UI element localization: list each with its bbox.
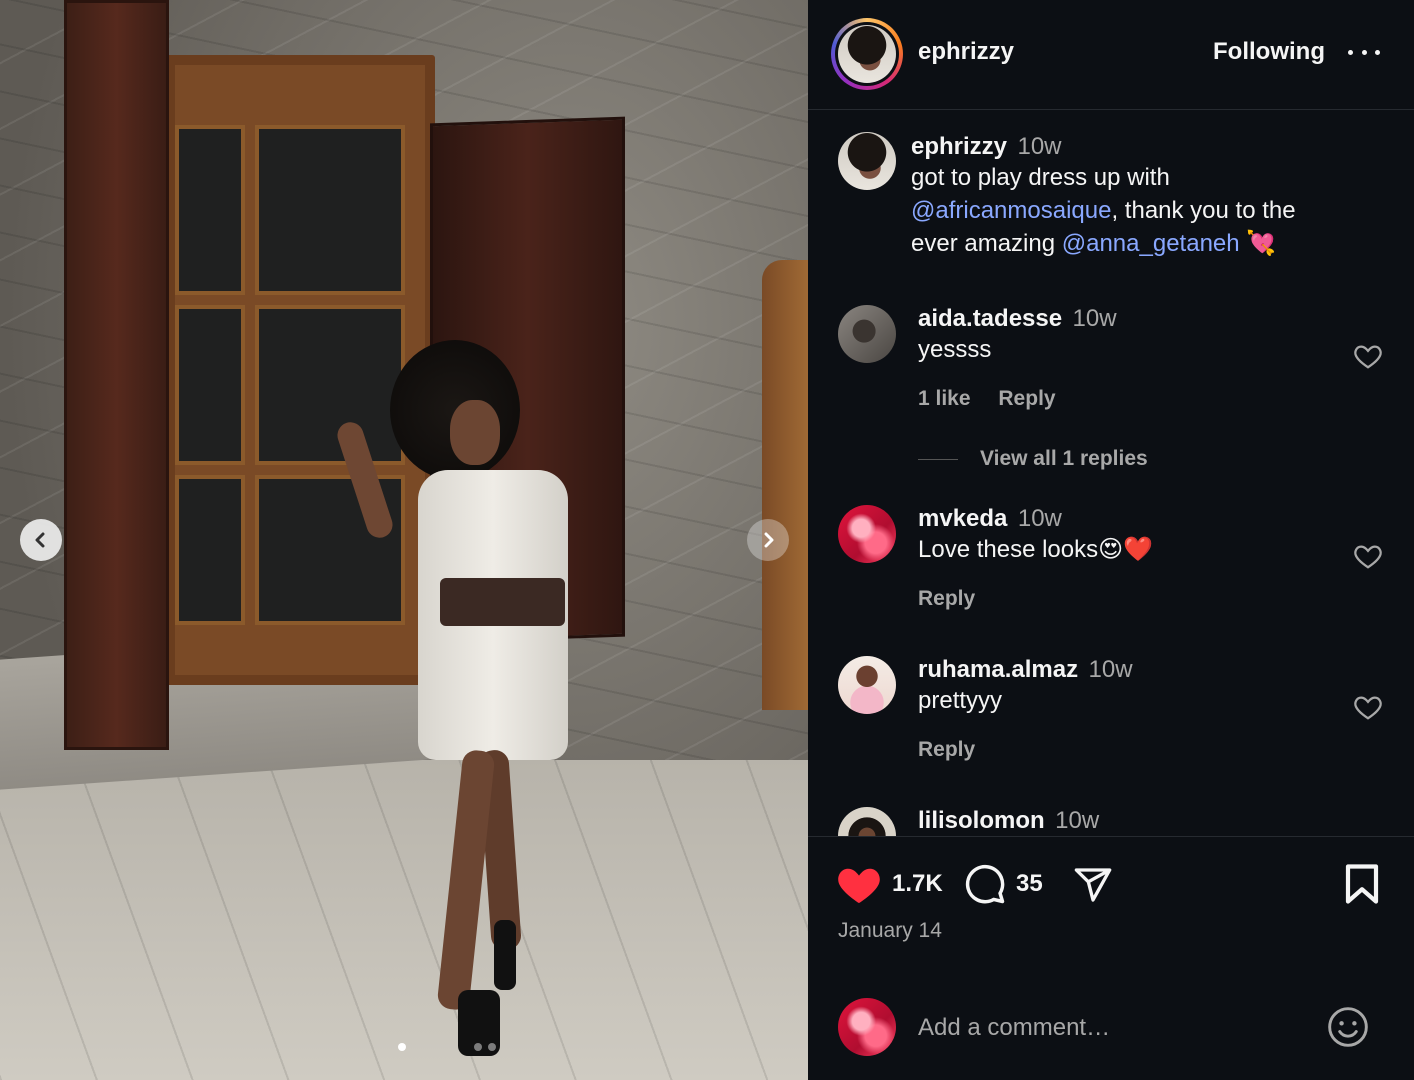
mention-link[interactable]: @anna_getaneh	[1062, 230, 1240, 257]
comment-time: 10w	[1072, 305, 1117, 332]
header-username[interactable]: ephrizzy	[918, 38, 1014, 66]
comment-text: prettyyy	[918, 687, 1003, 714]
avatar[interactable]	[838, 132, 896, 190]
comment-time: 10w	[1088, 656, 1133, 683]
like-count-label[interactable]: 1 like	[918, 387, 971, 410]
following-button[interactable]: Following	[1213, 38, 1325, 66]
caption-time: 10w	[1017, 133, 1062, 160]
reply-button[interactable]: Reply	[998, 387, 1055, 410]
carousel-dot	[474, 1043, 482, 1051]
comment: ruhama.almaz 10w prettyyy	[918, 656, 1133, 717]
view-replies-button[interactable]: View all 1 replies	[918, 447, 1148, 471]
post-panel: ephrizzy Following ephrizzy 10w got to p…	[808, 0, 1414, 1080]
carousel-dots	[398, 1043, 496, 1051]
post-date[interactable]: January 14	[838, 919, 942, 943]
avatar	[838, 998, 896, 1056]
carousel-next-button[interactable]	[747, 519, 789, 561]
comment-username[interactable]: lilisolomon	[918, 807, 1045, 834]
comments-list[interactable]: ephrizzy 10w got to play dress up with @…	[808, 111, 1414, 836]
comment-text: Love these looks😍❤️	[918, 536, 1154, 563]
avatar	[838, 25, 896, 83]
reply-button[interactable]: Reply	[918, 738, 975, 761]
comment-time: 10w	[1055, 807, 1100, 834]
avatar[interactable]	[838, 656, 896, 714]
carousel-dot	[488, 1043, 496, 1051]
comment-username[interactable]: mvkeda	[918, 505, 1007, 532]
like-count[interactable]: 1.7K	[892, 870, 943, 898]
avatar[interactable]	[838, 305, 896, 363]
chevron-left-icon	[35, 532, 45, 548]
heart-icon[interactable]	[836, 863, 882, 905]
door	[762, 260, 808, 710]
more-icon[interactable]	[1348, 40, 1380, 64]
heart-icon[interactable]	[1353, 341, 1383, 371]
post-photo[interactable]	[0, 0, 808, 1080]
action-bar: 1.7K 35 January 14	[808, 836, 1414, 976]
heart-icon[interactable]	[1353, 541, 1383, 571]
share-icon[interactable]	[1072, 865, 1114, 905]
comment-time: 10w	[1017, 505, 1062, 532]
avatar[interactable]	[838, 807, 896, 836]
window	[165, 55, 435, 685]
comment: mvkeda 10w Love these looks😍❤️	[918, 505, 1153, 566]
story-ring-avatar[interactable]	[831, 18, 903, 90]
caption-username[interactable]: ephrizzy	[911, 133, 1007, 160]
caption: ephrizzy 10w got to play dress up with @…	[911, 133, 1351, 260]
comment-username[interactable]: aida.tadesse	[918, 305, 1062, 332]
mention-link[interactable]: @africanmosaique	[911, 197, 1111, 224]
comment-input[interactable]	[918, 1008, 1298, 1048]
comment: lilisolomon 10w	[918, 807, 1099, 835]
comment-icon[interactable]	[964, 863, 1006, 905]
comment-username[interactable]: ruhama.almaz	[918, 656, 1078, 683]
comment-composer	[808, 976, 1414, 1080]
comment-text: yessss	[918, 336, 992, 363]
heart-icon[interactable]	[1353, 692, 1383, 722]
comment-count: 35	[1016, 870, 1043, 897]
comment: aida.tadesse 10w yessss	[918, 305, 1117, 366]
post-header: ephrizzy Following	[808, 0, 1414, 110]
reply-button[interactable]: Reply	[918, 587, 975, 610]
avatar[interactable]	[838, 505, 896, 563]
bookmark-icon[interactable]	[1344, 863, 1380, 905]
chevron-right-icon	[764, 532, 774, 548]
carousel-prev-button[interactable]	[20, 519, 62, 561]
carousel-dot	[398, 1043, 406, 1051]
caption-text: got to play dress up with @africanmosaiq…	[911, 164, 1296, 257]
shutter-left	[64, 0, 169, 750]
floor	[0, 760, 808, 1080]
emoji-icon[interactable]	[1326, 1005, 1370, 1049]
